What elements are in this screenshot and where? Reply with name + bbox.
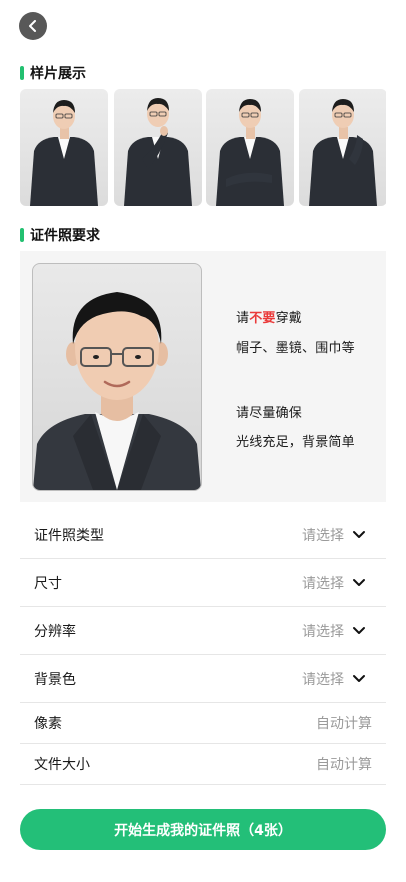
chevron-down-icon	[353, 626, 365, 634]
requirements-panel: 请不要穿戴 帽子、墨镜、围巾等 请尽量确保 光线充足，背景简单	[20, 251, 386, 502]
pixel-row: 像素 自动计算	[20, 703, 386, 744]
sample-gallery[interactable]	[20, 89, 386, 206]
sample-photo[interactable]	[299, 89, 386, 206]
sample-photo[interactable]	[206, 89, 294, 206]
section-accent-bar	[20, 228, 24, 242]
tip-highlight: 不要	[249, 311, 276, 326]
samples-title-text: 样片展示	[30, 66, 86, 82]
form-value: 请选择	[302, 527, 344, 544]
chevron-down-icon	[353, 530, 365, 538]
section-accent-bar	[20, 66, 24, 80]
form-label: 背景色	[34, 671, 76, 688]
form-value: 请选择	[302, 623, 344, 640]
form-label: 尺寸	[34, 575, 62, 592]
chevron-down-icon	[353, 578, 365, 586]
form-value: 自动计算	[316, 716, 372, 732]
background-color-select[interactable]: 背景色 请选择	[20, 655, 386, 703]
tip-no-accessories: 请不要穿戴	[236, 311, 303, 326]
samples-section-title: 样片展示	[20, 64, 86, 82]
form-label: 像素	[34, 716, 62, 732]
resolution-select[interactable]: 分辨率 请选择	[20, 607, 386, 655]
file-size-row: 文件大小 自动计算	[20, 744, 386, 785]
chevron-left-icon	[29, 20, 36, 32]
chevron-down-icon	[353, 674, 365, 682]
form-label: 文件大小	[34, 757, 90, 773]
form-value: 自动计算	[316, 757, 372, 773]
sample-photo[interactable]	[20, 89, 108, 206]
requirements-title-text: 证件照要求	[30, 228, 100, 244]
requirements-section-title: 证件照要求	[20, 226, 100, 244]
size-select[interactable]: 尺寸 请选择	[20, 559, 386, 607]
form-value: 请选择	[302, 671, 344, 688]
tip-lighting-detail: 光线充足，背景简单	[236, 435, 355, 450]
form-value: 请选择	[302, 575, 344, 592]
generate-photo-button[interactable]: 开始生成我的证件照（4张）	[20, 809, 386, 850]
tip-lighting: 请尽量确保	[236, 406, 303, 421]
sample-photo[interactable]	[114, 89, 202, 206]
form-label: 分辨率	[34, 623, 76, 640]
example-portrait	[32, 263, 202, 491]
tip-accessories-detail: 帽子、墨镜、围巾等	[236, 341, 355, 356]
id-type-select[interactable]: 证件照类型 请选择	[20, 511, 386, 559]
back-button[interactable]	[19, 12, 47, 40]
form-label: 证件照类型	[34, 527, 104, 544]
